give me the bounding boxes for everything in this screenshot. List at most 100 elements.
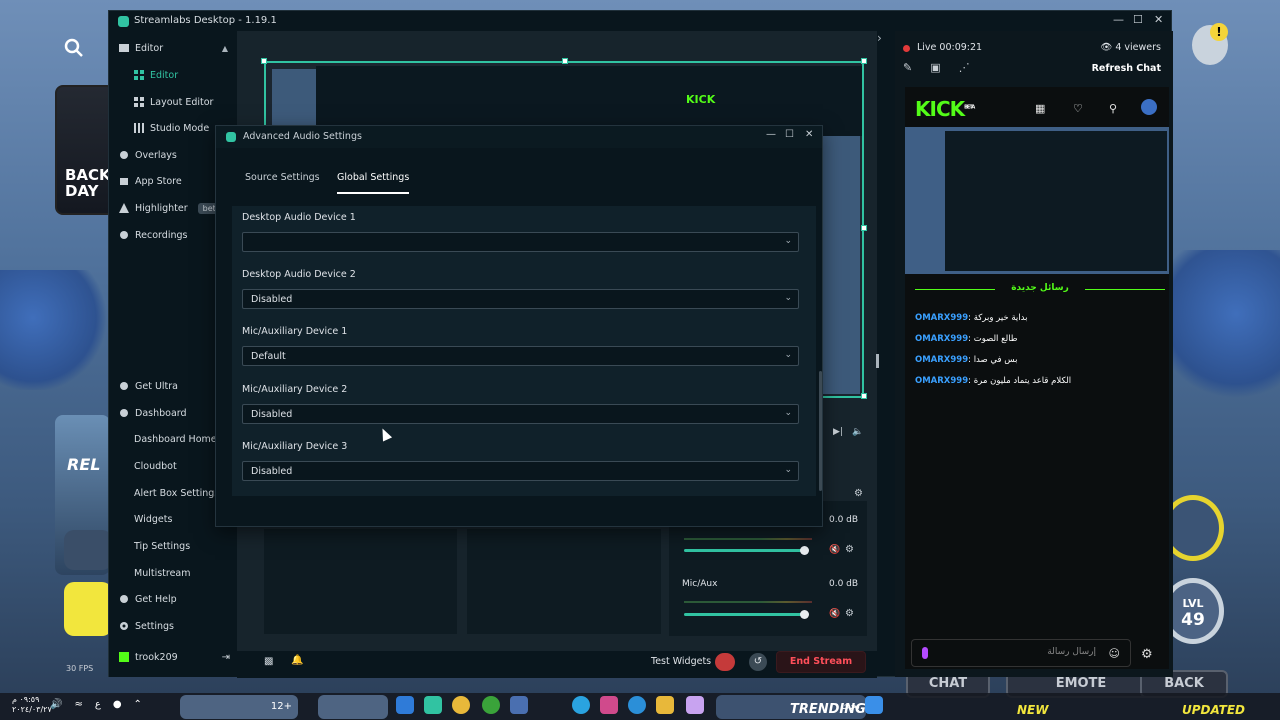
clock-time: ٠٩:٥٩ م [12,695,40,704]
bell-icon[interactable]: 🔔 [291,655,303,666]
mic-aux-1-select[interactable]: Default ⌄ [242,346,799,366]
windows-start-icon[interactable] [865,696,883,714]
wifi-icon[interactable]: ≈ [74,699,82,710]
level-label: LVL [1182,597,1204,610]
streamlabs-icon[interactable] [424,696,442,714]
tab-global-settings[interactable]: Global Settings [337,172,410,194]
desktop-audio-2-select[interactable]: Disabled ⌄ [242,289,799,309]
mic-aux-meter [684,601,812,603]
close-icon[interactable]: ✕ [805,129,813,140]
mic-volume-slider[interactable] [684,610,809,619]
viewer-count: 👁 4 viewers [1100,42,1161,53]
game-sliders-button[interactable] [64,530,112,570]
close-icon[interactable]: ✕ [1154,13,1163,26]
minimize-icon[interactable]: — [766,129,776,140]
video-icon[interactable]: ▣ [930,61,940,74]
chat-username[interactable]: OMARX999 [915,334,968,344]
volume-icon[interactable]: 🔊 [50,699,62,710]
mic-aux-3-select[interactable]: Disabled ⌄ [242,461,799,481]
end-stream-button[interactable]: End Stream [776,651,866,673]
copilot-icon[interactable] [686,696,704,714]
chat-username[interactable]: OMARX999 [915,376,968,386]
logout-icon[interactable]: ⇥ [222,652,230,663]
refresh-chat-button[interactable]: Refresh Chat [1092,63,1161,74]
sidebar-item-settings[interactable]: Settings [119,616,234,636]
desktop-audio-1-select[interactable]: ⌄ [242,232,799,252]
sidebar-user[interactable]: trook209 ⇥ [119,647,234,667]
minimize-icon[interactable]: — [1113,13,1124,26]
sidebar-group-editor[interactable]: Editor ▲ [119,38,234,58]
gift-icon[interactable]: ▦ [1035,102,1045,115]
chat-message: OMARX999: بداية خير وبركة [915,313,1028,323]
skip-icon[interactable]: ▶| [833,427,843,437]
mic-aux-2-select[interactable]: Disabled ⌄ [242,404,799,424]
edge-icon[interactable] [628,696,646,714]
emoji-icon[interactable]: ☺ [1109,647,1120,660]
slider-knob[interactable] [800,546,809,555]
gear-icon[interactable]: ⚙ [845,544,854,555]
sidebar-item-multistream[interactable]: Multistream [134,563,249,583]
language-indicator[interactable]: ع [95,699,101,710]
panel-resize-grip[interactable] [876,354,879,368]
taskbar-clock[interactable]: ٠٩:٥٩ م ٢٠٢٤/٠٣/٢٧ [12,695,52,715]
search-icon[interactable]: ⚲ [1109,102,1117,115]
xbox-icon[interactable] [482,696,500,714]
tab-source-settings[interactable]: Source Settings [245,172,320,192]
chevron-right-icon[interactable]: › [877,31,882,45]
test-widgets-button[interactable]: Test Widgets [651,656,711,667]
resize-handle[interactable] [861,58,867,64]
sidebar-item-tip-settings[interactable]: Tip Settings [134,536,249,556]
resize-handle[interactable] [562,58,568,64]
mixer-settings-icon[interactable]: ⚙ [854,488,863,499]
mute-icon[interactable]: 🔇 [829,609,840,619]
maximize-icon[interactable]: ☐ [785,129,794,140]
chrome-icon[interactable] [452,696,470,714]
edit-icon[interactable]: ✎ [903,61,912,74]
folder-icon[interactable] [656,696,674,714]
game-char-text: BACK DAY [65,166,111,200]
replay-buffer-icon[interactable]: ↺ [749,653,767,671]
chat-username[interactable]: OMARX999 [915,313,968,323]
heart-icon[interactable]: ♡ [1073,102,1083,115]
recordings-icon [120,231,128,239]
game-app-icon[interactable] [510,696,528,714]
resize-handle[interactable] [261,58,267,64]
slider-knob[interactable] [800,610,809,619]
mic-icon[interactable]: ● [113,699,122,710]
dialog-scrollbar[interactable] [819,371,822,491]
system-tray: 🔊 ≈ ع ● ⌃ [50,699,142,710]
desktop-volume-slider[interactable] [684,546,809,555]
layout-icon [134,97,144,107]
viewer-count-text: 4 viewers [1115,42,1161,53]
chevron-up-icon[interactable]: ⌃ [134,699,142,710]
volume-icon[interactable]: 🔈 [852,427,863,437]
app-icon[interactable] [600,696,618,714]
avatar[interactable] [1141,99,1157,115]
taskbar-thumb[interactable] [318,695,388,719]
maximize-icon[interactable]: ☐ [1133,13,1143,26]
mic-aux-db: 0.0 dB [829,579,859,589]
resize-handle[interactable] [861,225,867,231]
mic-icon[interactable] [922,647,928,659]
chat-input[interactable]: إرسال رسالة ☺ [911,639,1131,667]
gear-icon[interactable]: ⚙ [845,608,854,619]
resize-handle[interactable] [861,393,867,399]
record-button[interactable] [715,653,735,671]
gear-icon[interactable]: ⚙ [1141,647,1153,662]
scenes-panel [264,529,457,634]
username: trook209 [135,651,178,663]
search-icon[interactable] [62,36,86,60]
sidebar-item-layout-editor[interactable]: Layout Editor [134,92,249,112]
chat-message: OMARX999: بس في صدا [915,355,1018,365]
taskbar-game-thumb[interactable]: 12+ [180,695,298,719]
telegram-icon[interactable] [572,696,590,714]
sidebar-item-get-help[interactable]: Get Help [119,589,234,609]
mute-icon[interactable]: 🔇 [829,545,840,555]
file-explorer-icon[interactable] [396,696,414,714]
chat-username[interactable]: OMARX999 [915,355,968,365]
stats-icon[interactable]: ▩ [264,656,273,667]
mic-aux-2-label: Mic/Auxiliary Device 2 [242,384,348,395]
desktop-audio-db: 0.0 dB [829,515,859,525]
sidebar-item-editor[interactable]: Editor [134,65,249,85]
share-icon[interactable]: ⋰ [959,61,970,74]
